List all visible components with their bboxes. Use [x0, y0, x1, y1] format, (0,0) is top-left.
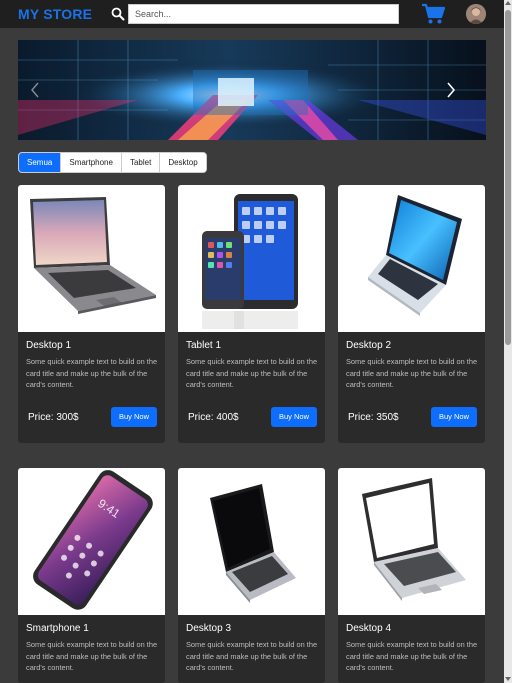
chevron-right-icon[interactable]	[444, 80, 458, 100]
product-price: Price: 350$	[348, 412, 399, 423]
tab-semua[interactable]: Semua	[19, 153, 62, 172]
cart-icon[interactable]	[421, 3, 445, 25]
product-card-desktop-1: Desktop 1 Some quick example text to bui…	[18, 185, 165, 443]
buy-now-button[interactable]: Buy Now	[111, 407, 157, 427]
product-title[interactable]: Desktop 2	[346, 340, 391, 351]
buy-now-button[interactable]: Buy Now	[271, 407, 317, 427]
scroll-up-arrow-icon[interactable]	[505, 1, 511, 5]
scroll-down-arrow-icon[interactable]	[505, 677, 511, 681]
product-price: Price: 300$	[28, 412, 79, 423]
tab-smartphone[interactable]: Smartphone	[61, 153, 122, 172]
page-scrollbar[interactable]	[504, 0, 512, 683]
product-card-tablet-1: Tablet 1 Some quick example text to buil…	[178, 185, 325, 443]
product-image	[18, 185, 165, 332]
hero-carousel[interactable]	[18, 40, 486, 140]
product-description: Some quick example text to build on the …	[346, 640, 478, 672]
category-filter: Semua Smartphone Tablet Desktop	[18, 152, 207, 173]
product-description: Some quick example text to build on the …	[186, 640, 318, 672]
product-title[interactable]: Desktop 3	[186, 623, 231, 634]
navbar: MY STORE	[0, 0, 504, 28]
product-image	[178, 185, 325, 332]
tab-tablet[interactable]: Tablet	[121, 153, 161, 172]
product-image	[338, 468, 485, 615]
tab-desktop[interactable]: Desktop	[160, 153, 206, 172]
search-input[interactable]	[128, 4, 399, 24]
brand-logo[interactable]: MY STORE	[18, 6, 92, 22]
chevron-left-icon[interactable]	[28, 80, 42, 100]
product-card-desktop-3: Desktop 3 Some quick example text to bui…	[178, 468, 325, 683]
product-price: Price: 400$	[188, 412, 239, 423]
buy-now-button[interactable]: Buy Now	[431, 407, 477, 427]
scrollbar-thumb[interactable]	[505, 10, 511, 345]
product-title[interactable]: Desktop 4	[346, 623, 391, 634]
product-title[interactable]: Tablet 1	[186, 340, 221, 351]
search-icon[interactable]	[111, 7, 125, 21]
avatar[interactable]	[466, 4, 486, 24]
product-card-smartphone-1: 9:41 Smartphone 1 Some quick example tex…	[18, 468, 165, 683]
product-description: Some quick example text to build on the …	[26, 357, 158, 389]
product-image	[178, 468, 325, 615]
product-title[interactable]: Smartphone 1	[26, 623, 89, 634]
carousel-image	[18, 40, 486, 140]
product-description: Some quick example text to build on the …	[26, 640, 158, 672]
product-image: 9:41	[18, 468, 165, 615]
product-title[interactable]: Desktop 1	[26, 340, 71, 351]
product-description: Some quick example text to build on the …	[346, 357, 478, 389]
product-card-desktop-2: Desktop 2 Some quick example text to bui…	[338, 185, 485, 443]
product-card-desktop-4: Desktop 4 Some quick example text to bui…	[338, 468, 485, 683]
product-image	[338, 185, 485, 332]
product-description: Some quick example text to build on the …	[186, 357, 318, 389]
